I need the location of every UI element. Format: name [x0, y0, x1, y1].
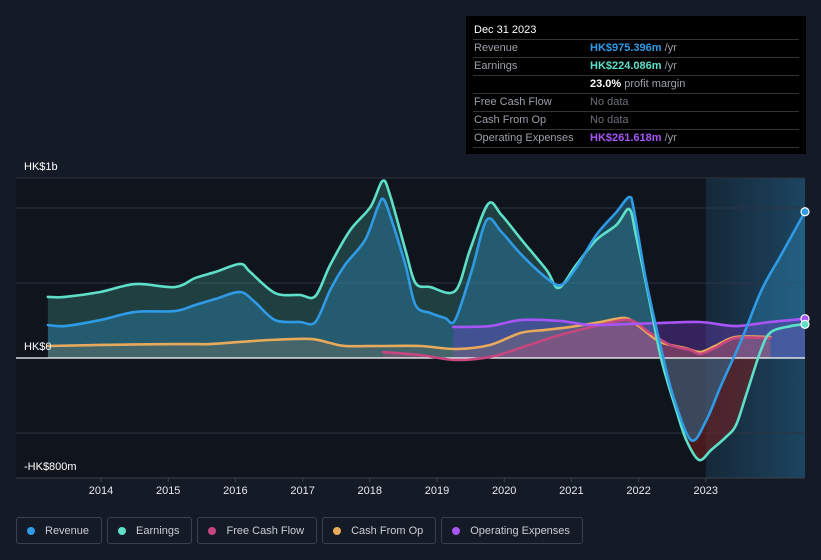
x-tick-label: 2014: [89, 485, 113, 497]
tooltip-row-value: No data: [590, 96, 629, 108]
tooltip-row-label: Earnings: [474, 60, 518, 72]
tooltip-row: Cash From Op No data: [473, 112, 799, 130]
legend-label: Operating Expenses: [470, 524, 570, 537]
x-tick-label: 2023: [694, 485, 718, 497]
legend-item-operating-expenses[interactable]: Operating Expenses: [441, 517, 583, 544]
legend-dot-icon: [452, 526, 461, 535]
y-axis-label: HK$1b: [24, 161, 58, 173]
x-tick-label: 2018: [358, 485, 382, 497]
x-tick-label: 2020: [492, 485, 516, 497]
legend-dot-icon: [27, 526, 35, 535]
legend-label: Revenue: [45, 524, 90, 537]
legend-item-free-cash-flow[interactable]: Free Cash Flow: [197, 517, 318, 544]
legend-item-earnings[interactable]: Earnings: [107, 517, 193, 544]
x-tick-label: 2021: [559, 485, 583, 497]
legend-dot-icon: [333, 526, 342, 535]
tooltip-row-label: Revenue: [474, 42, 519, 54]
tooltip-row-value: HK$975.396m/yr: [590, 42, 677, 54]
legend-label: Cash From Op: [351, 524, 424, 537]
earnings-end-marker: [800, 319, 810, 329]
tooltip-row-value: HK$261.618m/yr: [590, 132, 677, 144]
legend-item-cash-from-op[interactable]: Cash From Op: [322, 517, 437, 544]
tooltip-row: Earnings HK$224.086m/yr: [473, 58, 799, 76]
legend-item-revenue[interactable]: Revenue: [16, 517, 103, 544]
tooltip-date: Dec 31 2023: [473, 22, 799, 40]
legend-label: Free Cash Flow: [226, 524, 305, 537]
y-axis-label: HK$0: [24, 341, 52, 353]
y-axis-label: -HK$800m: [24, 461, 77, 473]
tooltip-row: Operating Expenses HK$261.618m/yr: [473, 130, 799, 148]
x-tick-label: 2022: [626, 485, 650, 497]
legend: Revenue Earnings Free Cash Flow Cash From O…: [16, 517, 583, 544]
revenue-end-marker: [800, 207, 810, 217]
tooltip-row-label: Operating Expenses: [474, 132, 574, 144]
tooltip-panel: Dec 31 2023 Revenue HK$975.396m/yr Earning…: [466, 16, 806, 154]
legend-dot-icon: [118, 526, 127, 535]
tooltip-row-value: HK$224.086m/yr: [590, 60, 677, 72]
tooltip-row-value: 23.0% profit margin: [590, 78, 686, 90]
tooltip-row-value: No data: [590, 114, 629, 126]
tooltip-row: 23.0% profit margin: [473, 76, 799, 94]
legend-label: Earnings: [136, 524, 180, 537]
x-tick-label: 2016: [223, 485, 247, 497]
legend-dot-icon: [208, 526, 217, 535]
x-tick-label: 2019: [425, 485, 449, 497]
tooltip-row: Revenue HK$975.396m/yr: [473, 40, 799, 58]
tooltip-row: Free Cash Flow No data: [473, 94, 799, 112]
tooltip-row-label: [473, 76, 590, 93]
tooltip-row-label: Cash From Op: [474, 114, 547, 126]
x-tick-label: 2017: [290, 485, 314, 497]
x-tick-label: 2015: [156, 485, 180, 497]
tooltip-row-label: Free Cash Flow: [474, 96, 552, 108]
